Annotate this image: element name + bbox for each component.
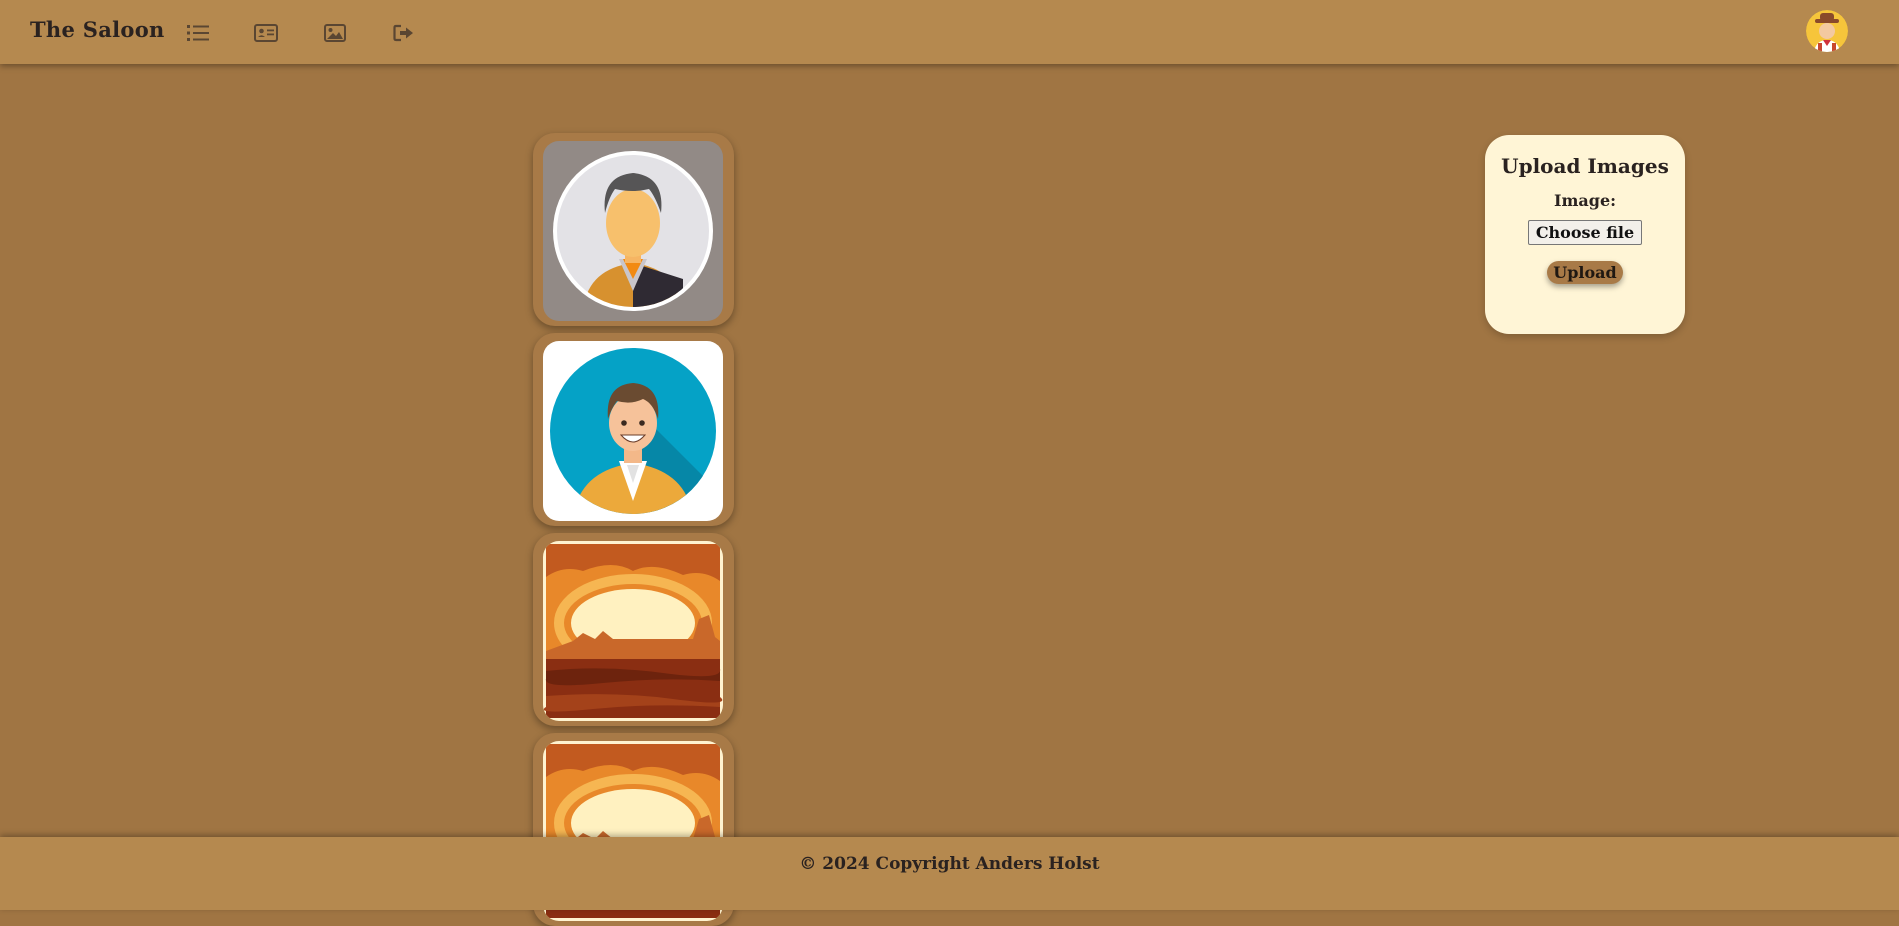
upload-panel: Upload Images Image: Choose file Upload xyxy=(1485,135,1685,334)
navbar: The Saloon xyxy=(0,0,1899,64)
upload-button[interactable]: Upload xyxy=(1547,261,1623,284)
image-icon[interactable] xyxy=(322,20,348,46)
gallery-card[interactable] xyxy=(533,333,734,526)
footer: © 2024 Copyright Anders Holst xyxy=(0,837,1899,910)
list-icon[interactable] xyxy=(185,20,211,46)
man-avatar-grey[interactable] xyxy=(543,141,723,321)
id-card-icon[interactable] xyxy=(253,20,279,46)
brand-title[interactable]: The Saloon xyxy=(30,17,165,42)
upload-title: Upload Images xyxy=(1501,154,1669,178)
copyright-text: © 2024 Copyright Anders Holst xyxy=(799,854,1100,874)
choose-file-button[interactable]: Choose file xyxy=(1527,220,1643,245)
man-avatar-blue[interactable] xyxy=(543,341,723,521)
cowboy-avatar[interactable] xyxy=(1806,10,1848,52)
image-label: Image: xyxy=(1553,191,1617,210)
desert-sunset[interactable] xyxy=(543,541,723,721)
gallery-card[interactable] xyxy=(533,133,734,326)
gallery-card[interactable] xyxy=(533,533,734,726)
logout-icon[interactable] xyxy=(391,20,417,46)
